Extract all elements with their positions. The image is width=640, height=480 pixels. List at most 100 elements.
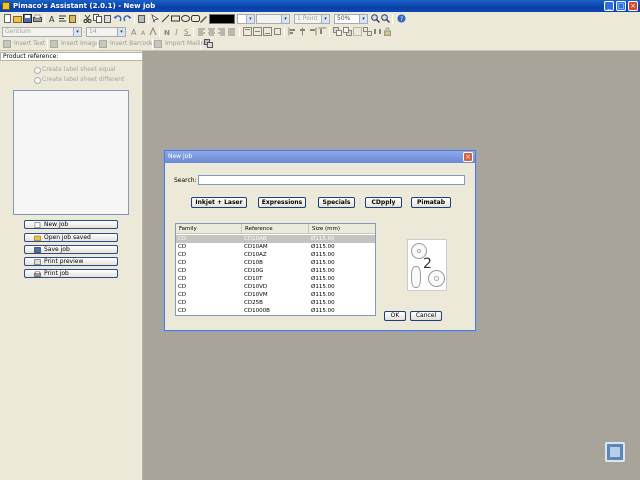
- text-tool-icon[interactable]: A: [48, 14, 57, 23]
- align-icon[interactable]: [58, 14, 67, 23]
- open-folder-icon[interactable]: [13, 14, 22, 23]
- align-justify-icon[interactable]: [227, 27, 236, 36]
- zoom-in-icon[interactable]: [371, 14, 380, 23]
- save-job-label: Save job: [44, 246, 70, 253]
- insert-barcode-button[interactable]: Insert Barcode: [99, 39, 154, 49]
- cell-reference: CD10AB: [244, 236, 267, 242]
- open-job-button[interactable]: Open job saved: [24, 233, 118, 242]
- valign-top-icon[interactable]: [243, 27, 252, 36]
- align-center-icon[interactable]: [207, 27, 216, 36]
- print-icon[interactable]: [33, 14, 42, 23]
- insert-text-button[interactable]: Insert Text: [3, 39, 45, 49]
- cut-icon[interactable]: [83, 14, 92, 23]
- minimize-button[interactable]: _: [604, 1, 614, 11]
- column-header-reference[interactable]: Reference: [242, 224, 309, 234]
- product-table: Family Reference Size (mm) CD CD10AB Ø115.…: [175, 223, 376, 316]
- print-job-button[interactable]: Print job: [24, 269, 118, 278]
- copy-icon[interactable]: [93, 14, 102, 23]
- text-color-icon[interactable]: [149, 27, 158, 36]
- cell-family: CD: [178, 292, 187, 298]
- layers-icon[interactable]: [204, 39, 213, 48]
- new-job-button[interactable]: New Job: [24, 220, 118, 229]
- valign-bottom-icon[interactable]: [263, 27, 272, 36]
- italic-icon[interactable]: I: [173, 27, 182, 36]
- cell-family: CD: [178, 276, 187, 282]
- table-row[interactable]: CD CD10G Ø115.00: [176, 267, 375, 275]
- send-back-icon[interactable]: [343, 27, 352, 36]
- table-row[interactable]: CD CD10VM Ø115.00: [176, 291, 375, 299]
- line-tool-icon[interactable]: [161, 14, 170, 23]
- align-objects-left-icon[interactable]: [288, 27, 297, 36]
- distribute-icon[interactable]: [373, 27, 382, 36]
- group-icon[interactable]: [353, 27, 362, 36]
- category-specials-button[interactable]: Specials: [318, 197, 355, 208]
- print-preview-button[interactable]: Print preview: [24, 257, 118, 266]
- window-toggle-icon[interactable]: [605, 442, 625, 462]
- undo-icon[interactable]: [113, 14, 122, 23]
- bold-icon[interactable]: N: [163, 27, 172, 36]
- align-objects-center-icon[interactable]: [298, 27, 307, 36]
- new-file-icon[interactable]: [3, 14, 12, 23]
- table-row[interactable]: CD CD10B Ø115.00: [176, 259, 375, 267]
- rotate-icon[interactable]: [273, 27, 282, 36]
- radio-sheet-equal[interactable]: Create label sheet equal: [34, 66, 134, 74]
- ungroup-icon[interactable]: [363, 27, 372, 36]
- line-width-select[interactable]: 1 Point ▾: [294, 14, 330, 24]
- cell-family: CD: [178, 236, 187, 242]
- insert-image-button[interactable]: Insert Image: [50, 39, 99, 49]
- column-header-family[interactable]: Family: [176, 224, 242, 234]
- dialog-close-button[interactable]: ×: [463, 152, 473, 162]
- table-row[interactable]: CD CD10AZ Ø115.00: [176, 251, 375, 259]
- fill-dropdown[interactable]: ▾: [256, 14, 290, 24]
- paste-alt-icon[interactable]: [103, 14, 112, 23]
- underline-icon[interactable]: S: [183, 27, 192, 36]
- font-family-value: Gentium: [5, 28, 31, 35]
- separator: [200, 39, 201, 49]
- paste-icon[interactable]: [68, 14, 77, 23]
- close-window-button[interactable]: ×: [628, 1, 638, 11]
- category-cdpply-button[interactable]: CDpply: [365, 197, 402, 208]
- zoom-out-icon[interactable]: [381, 14, 390, 23]
- save-job-button[interactable]: Save job: [24, 245, 118, 254]
- ellipse-tool-icon[interactable]: [181, 14, 190, 23]
- font-family-select[interactable]: Gentium ▾: [2, 27, 82, 37]
- shrink-font-icon[interactable]: A: [140, 27, 149, 36]
- font-size-select[interactable]: 14 ▾: [86, 27, 126, 37]
- category-pimatab-button[interactable]: Pimatab: [411, 197, 451, 208]
- color-swatch[interactable]: [209, 14, 235, 24]
- maximize-button[interactable]: □: [616, 1, 626, 11]
- ok-button[interactable]: OK: [384, 311, 406, 321]
- color-dropdown[interactable]: ▾: [237, 14, 255, 24]
- align-objects-top-icon[interactable]: [318, 27, 327, 36]
- cancel-button[interactable]: Cancel: [410, 311, 442, 321]
- zoom-select[interactable]: 50% ▾: [334, 14, 368, 24]
- table-header: Family Reference Size (mm): [176, 224, 375, 234]
- save-icon[interactable]: [23, 14, 32, 23]
- table-row[interactable]: CD CD10VD Ø115.00: [176, 283, 375, 291]
- pen-color-icon[interactable]: [199, 14, 208, 23]
- table-row[interactable]: CD CD10T Ø115.00: [176, 275, 375, 283]
- search-input[interactable]: [198, 175, 465, 185]
- align-right-icon[interactable]: [217, 27, 226, 36]
- redo-icon[interactable]: [123, 14, 132, 23]
- align-left-icon[interactable]: [197, 27, 206, 36]
- category-inkjet-laser-button[interactable]: Inkjet + Laser: [191, 197, 247, 208]
- grow-font-icon[interactable]: A: [131, 27, 140, 36]
- table-row[interactable]: CD CD10AB Ø115.00: [176, 235, 375, 243]
- category-expressions-button[interactable]: Expressions: [258, 197, 306, 208]
- column-header-size[interactable]: Size (mm): [309, 224, 375, 234]
- delete-icon[interactable]: [137, 14, 146, 23]
- table-row[interactable]: CD CD25B Ø115.00: [176, 299, 375, 307]
- pointer-icon[interactable]: [151, 14, 160, 23]
- valign-middle-icon[interactable]: [253, 27, 262, 36]
- help-icon[interactable]: ?: [397, 14, 406, 23]
- separator: [47, 39, 48, 49]
- table-row[interactable]: CD CD1000B Ø115.00: [176, 307, 375, 315]
- table-row[interactable]: CD CD10AM Ø115.00: [176, 243, 375, 251]
- lock-icon[interactable]: [383, 27, 392, 36]
- rectangle-tool-icon[interactable]: [171, 14, 180, 23]
- bring-front-icon[interactable]: [333, 27, 342, 36]
- cell-reference: CD10VM: [244, 292, 268, 298]
- align-objects-right-icon[interactable]: [308, 27, 317, 36]
- radio-sheet-different[interactable]: Create label sheet different: [34, 76, 134, 84]
